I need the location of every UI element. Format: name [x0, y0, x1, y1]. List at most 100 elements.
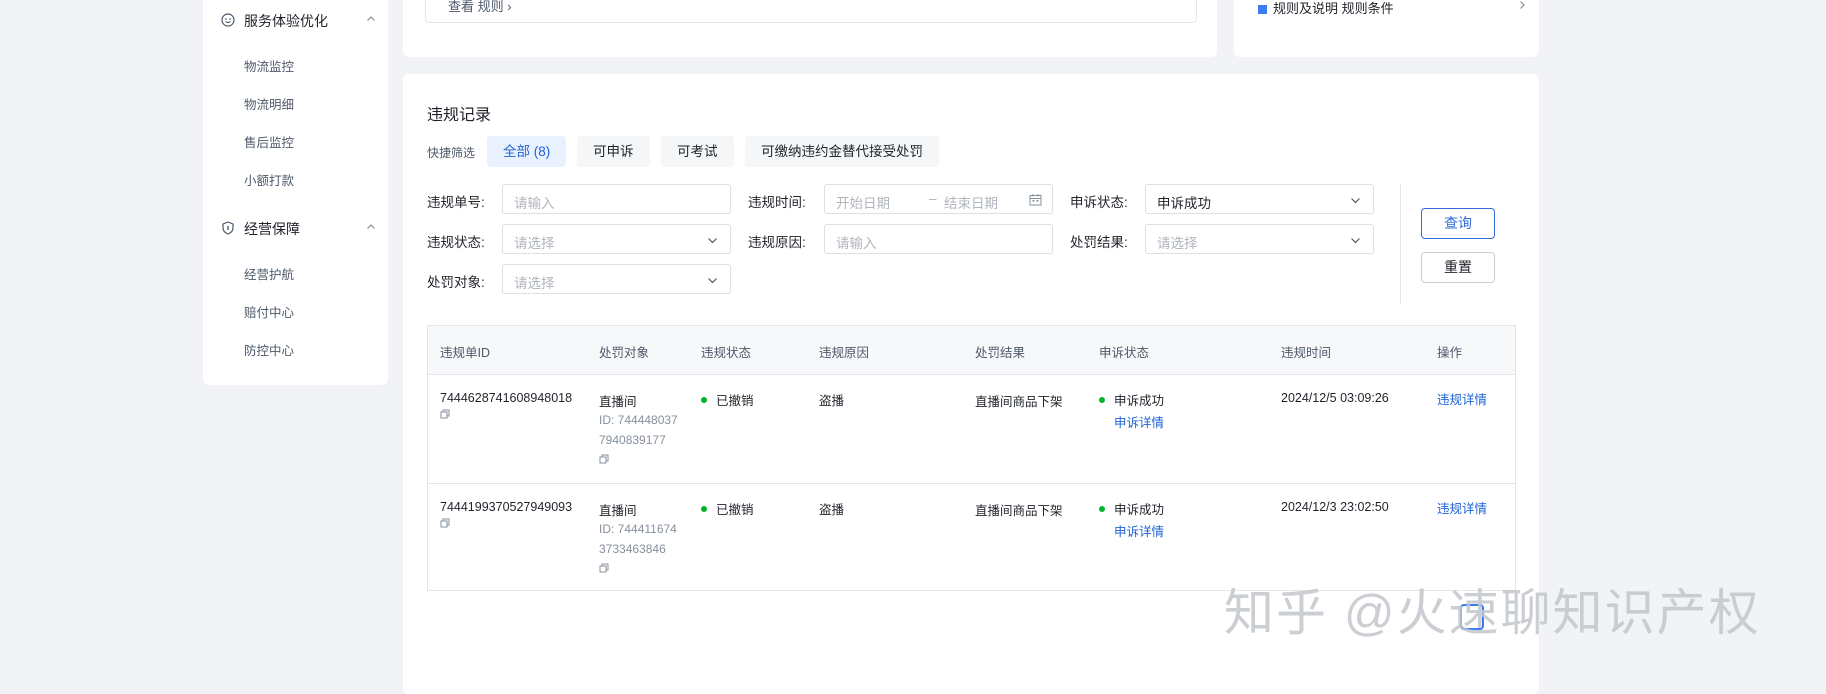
violation-reason-input[interactable]: 请输入: [824, 224, 1053, 254]
rules-link[interactable]: 规则及说明 规则条件: [1258, 0, 1394, 17]
violation-status: 已撤销: [716, 503, 754, 517]
rules-card: 规则及说明 规则条件: [1234, 0, 1539, 57]
violation-no-placeholder: 请输入: [514, 196, 555, 211]
penalty-result-label: 处罚结果:: [1070, 235, 1128, 250]
appeal-detail-link[interactable]: 申诉详情: [1114, 416, 1164, 430]
violation-status-select[interactable]: 请选择: [502, 224, 731, 254]
start-date-placeholder: 开始日期: [836, 196, 890, 211]
watermark: 知乎 @火速聊知识产权: [1224, 585, 1761, 641]
column-header: 违规单ID: [440, 346, 491, 360]
penalty-target-cell: 直播间 ID: 744411674 3733463846: [599, 500, 677, 573]
violation-id-cell: 7444628741608948018: [440, 391, 572, 419]
status-dot: [701, 396, 707, 403]
appeal-status-cell: 申诉成功 申诉详情: [1099, 390, 1164, 431]
violation-status: 已撤销: [716, 394, 754, 408]
violation-reason-placeholder: 请输入: [836, 236, 877, 251]
violation-status-cell: 已撤销: [701, 390, 754, 409]
violation-id: 7444199370527949093: [440, 500, 573, 514]
rules-square-icon: [1258, 5, 1267, 15]
violation-status-cell: 已撤销: [701, 499, 754, 518]
sidebar-item-business-escort[interactable]: 经营护航: [244, 264, 294, 283]
appeal-status-select[interactable]: 申诉成功: [1145, 184, 1374, 214]
penalty-target-cell: 直播间 ID: 744448037 7940839177: [599, 391, 678, 464]
violation-id: 7444628741608948018: [440, 391, 573, 405]
column-header: 处罚对象: [599, 346, 650, 360]
target-type: 直播间: [599, 395, 637, 409]
violation-time-label: 违规时间:: [748, 195, 806, 210]
violation-status-label: 违规状态:: [427, 235, 485, 250]
quick-filter-exam[interactable]: 可考试: [661, 136, 734, 167]
target-id-line2: 3733463846: [599, 542, 666, 556]
quick-filter-label: 快捷筛选: [427, 146, 476, 160]
appeal-status-value: 申诉成功: [1157, 196, 1211, 211]
copy-icon[interactable]: [440, 409, 450, 419]
chevron-up-icon[interactable]: [366, 222, 376, 232]
status-dot: [1099, 505, 1105, 512]
penalty-result: 直播间商品下架: [975, 395, 1063, 409]
violation-id-cell: 7444199370527949093: [440, 500, 572, 528]
quick-filter-all[interactable]: 全部 (8): [487, 136, 567, 167]
sidebar-item-compensation-center[interactable]: 赔付中心: [244, 302, 294, 321]
violation-no-label: 违规单号:: [427, 195, 485, 210]
chevron-down-icon: [1351, 198, 1360, 204]
top-info-card: 查看 规则 ›: [403, 0, 1217, 57]
penalty-target-select[interactable]: 请选择: [502, 264, 731, 294]
violation-time-range[interactable]: 开始日期 – 结束日期: [824, 184, 1053, 214]
copy-icon[interactable]: [599, 454, 609, 464]
appeal-status: 申诉成功: [1114, 394, 1165, 408]
copy-icon[interactable]: [599, 563, 609, 573]
top-info-box: 查看 规则 ›: [425, 0, 1197, 23]
column-header: 处罚结果: [975, 346, 1026, 360]
top-info-text: 查看 规则 ›: [448, 0, 512, 14]
target-id-line1: ID: 744411674: [599, 522, 677, 536]
sidebar-group-guarantee[interactable]: 经营保障: [203, 216, 388, 240]
sidebar-group-service[interactable]: 服务体验优化: [203, 8, 388, 32]
status-dot: [701, 505, 707, 512]
sidebar-group-label: 经营保障: [244, 221, 300, 237]
sidebar-item-logistics-monitor[interactable]: 物流监控: [244, 56, 294, 75]
end-date-placeholder: 结束日期: [944, 196, 998, 211]
appeal-status-cell: 申诉成功 申诉详情: [1099, 499, 1164, 540]
rules-link-label: 规则及说明 规则条件: [1273, 1, 1394, 16]
violation-time: 2024/12/3 23:02:50: [1281, 500, 1389, 514]
quick-filter-pay-penalty[interactable]: 可缴纳违约金替代接受处罚: [745, 136, 939, 167]
page-title: 违规记录: [427, 107, 492, 124]
sidebar-group-label: 服务体验优化: [244, 13, 328, 29]
sidebar-item-aftersale-monitor[interactable]: 售后监控: [244, 132, 294, 151]
shield-icon: [222, 221, 234, 235]
violation-status-placeholder: 请选择: [514, 236, 555, 251]
appeal-status-label: 申诉状态:: [1070, 195, 1128, 210]
column-header: 违规原因: [819, 346, 870, 360]
sidebar-item-small-payment[interactable]: 小额打款: [244, 170, 294, 189]
column-header: 违规状态: [701, 346, 752, 360]
violation-no-input[interactable]: 请输入: [502, 184, 731, 214]
calendar-icon: [1029, 194, 1042, 206]
query-button[interactable]: 查询: [1421, 208, 1495, 239]
violation-detail-link[interactable]: 违规详情: [1437, 389, 1487, 408]
quick-filter-appealable[interactable]: 可申诉: [577, 136, 650, 167]
chevron-down-icon: [1351, 238, 1360, 244]
appeal-detail-link[interactable]: 申诉详情: [1114, 525, 1164, 539]
table-row: 7444628741608948018 直播间 ID: 744448037 79…: [428, 374, 1515, 484]
smile-icon: [221, 13, 235, 27]
sidebar-item-risk-control-center[interactable]: 防控中心: [244, 340, 294, 359]
chevron-right-icon[interactable]: [1517, 0, 1527, 10]
target-id-line2: 7940839177: [599, 433, 666, 447]
chevron-up-icon[interactable]: [366, 14, 376, 24]
sidebar-item-logistics-detail[interactable]: 物流明细: [244, 94, 294, 113]
copy-icon[interactable]: [440, 518, 450, 528]
sidebar: 服务体验优化 物流监控 物流明细 售后监控 小额打款 经营保障 经营护航 赔付中…: [203, 0, 388, 385]
column-header: 操作: [1437, 346, 1463, 360]
penalty-target-label: 处罚对象:: [427, 275, 485, 290]
column-header: 申诉状态: [1099, 346, 1150, 360]
reset-button[interactable]: 重置: [1421, 252, 1495, 283]
status-dot: [1099, 396, 1105, 403]
violation-reason: 盗播: [819, 503, 845, 517]
date-separator: –: [929, 191, 937, 206]
violation-table: 违规单ID 处罚对象 违规状态 违规原因 处罚结果 申诉状态 违规时间 操作 7…: [427, 325, 1516, 591]
form-divider: [1400, 184, 1401, 304]
penalty-result: 直播间商品下架: [975, 504, 1063, 518]
violation-time: 2024/12/5 03:09:26: [1281, 391, 1389, 405]
penalty-result-select[interactable]: 请选择: [1145, 224, 1374, 254]
violation-detail-link[interactable]: 违规详情: [1437, 498, 1487, 517]
